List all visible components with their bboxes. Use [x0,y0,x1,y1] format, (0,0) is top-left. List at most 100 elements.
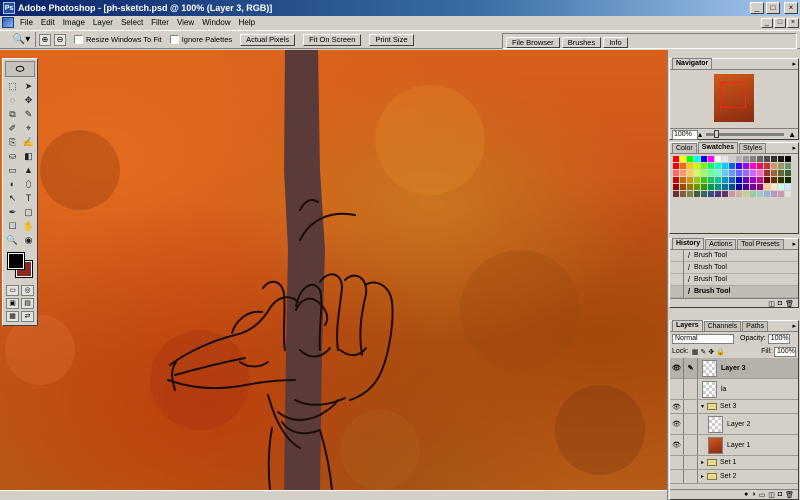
new-layer-icon[interactable]: ◘ [778,491,782,498]
crop-tool-icon[interactable]: ⧉ [5,108,20,121]
swatch-cell[interactable] [673,184,679,190]
fill-field[interactable]: 100% [774,346,796,357]
checkbox-box[interactable] [74,35,83,44]
swatch-cell[interactable] [687,191,693,197]
swatch-cell[interactable] [757,177,763,183]
swatch-cell[interactable] [771,156,777,162]
swatch-cell[interactable] [785,170,791,176]
swatch-cell[interactable] [771,191,777,197]
palette-menu-icon[interactable]: ▸ [792,322,796,330]
well-tab-brushes[interactable]: Brushes [561,37,602,48]
swatch-cell[interactable] [708,184,714,190]
lasso-tool-icon[interactable]: ◌ [5,94,20,107]
swatch-cell[interactable] [722,170,728,176]
screen-mode-full-icon[interactable]: ▤ [21,298,34,309]
collapsed-triangle-icon[interactable]: ▸ [701,459,704,466]
swatch-cell[interactable] [715,163,721,169]
ignore-palettes-checkbox[interactable]: Ignore Palettes [169,35,232,44]
menu-image[interactable]: Image [59,18,89,27]
swatch-cell[interactable] [687,156,693,162]
clone-stamp-tool-icon[interactable]: ⎘ [5,136,20,149]
lock-all-icon[interactable]: 🔒 [716,348,725,356]
swatch-cell[interactable] [708,156,714,162]
tab-navigator[interactable]: Navigator [672,58,713,69]
layer-row[interactable]: la [670,379,798,400]
swatch-cell[interactable] [680,191,686,197]
menu-filter[interactable]: Filter [147,18,173,27]
doc-close-button[interactable]: × [787,17,799,28]
well-tab-file-browser[interactable]: File Browser [506,37,560,48]
layer-row[interactable]: 👁 Layer 2 [670,414,798,435]
swatch-cell[interactable] [722,163,728,169]
swatch-cell[interactable] [722,184,728,190]
document-canvas[interactable] [0,50,667,490]
zoom-out-small-icon[interactable]: ▴ [698,130,702,139]
swatch-cell[interactable] [673,177,679,183]
swatch-cell[interactable] [757,191,763,197]
swatch-cell[interactable] [778,184,784,190]
visibility-toggle[interactable] [670,456,684,469]
menu-select[interactable]: Select [117,18,147,27]
swatch-cell[interactable] [715,184,721,190]
layer-set-row[interactable]: 👁 ▾ Set 3 [670,400,798,414]
swatch-cell[interactable] [722,156,728,162]
path-selection-tool-icon[interactable]: ↖ [5,192,20,205]
swatch-cell[interactable] [673,163,679,169]
swatch-cell[interactable] [750,191,756,197]
palette-menu-icon[interactable]: ▸ [792,60,796,68]
swatch-cell[interactable] [785,191,791,197]
swatch-cell[interactable] [687,184,693,190]
menu-layer[interactable]: Layer [89,18,117,27]
swatch-cell[interactable] [708,163,714,169]
blur-tool-icon[interactable]: ▭ [5,164,20,177]
add-layer-style-icon[interactable]: ● [744,491,748,498]
swatch-cell[interactable] [757,156,763,162]
quick-mask-icon[interactable]: ◎ [21,285,34,296]
history-brush-tool-icon[interactable]: ✍ [21,136,36,149]
link-toggle[interactable] [684,400,698,413]
swatch-cell[interactable] [778,177,784,183]
swatch-cell[interactable] [673,170,679,176]
swatch-cell[interactable] [687,170,693,176]
swatch-cell[interactable] [729,191,735,197]
adobe-online-icon[interactable]: ⬭ [5,61,35,77]
tab-paths[interactable]: Paths [742,321,769,331]
swatch-cell[interactable] [771,170,777,176]
swatch-cell[interactable] [764,170,770,176]
menu-view[interactable]: View [173,18,198,27]
history-source-gutter[interactable] [670,273,684,286]
zoom-in-small-icon[interactable]: ▲ [788,130,796,139]
visibility-toggle[interactable] [670,470,684,483]
swatch-cell[interactable] [701,170,707,176]
notes-tool-icon[interactable]: ☐ [5,220,20,233]
history-state[interactable]: / Brush Tool [670,249,798,262]
swatch-cell[interactable] [729,184,735,190]
blend-mode-select[interactable]: Normal [672,333,734,344]
standard-mode-icon[interactable]: ▭ [6,285,19,296]
swatch-cell[interactable] [673,156,679,162]
link-toggle[interactable] [684,456,698,469]
swatch-cell[interactable] [708,170,714,176]
swatch-cell[interactable] [701,163,707,169]
swatch-cell[interactable] [757,184,763,190]
fit-on-screen-button[interactable]: Fit On Screen [303,33,362,46]
swatch-cell[interactable] [701,184,707,190]
history-state[interactable]: / Brush Tool [670,261,798,274]
lock-image-icon[interactable]: ✎ [700,348,706,356]
navigator-zoom-field[interactable]: 100% [672,129,698,140]
collapsed-triangle-icon[interactable]: ▸ [701,473,704,480]
photoshop-app-icon[interactable]: Ps [3,2,15,14]
lock-position-icon[interactable]: ✥ [708,348,714,356]
link-toggle[interactable] [684,435,698,455]
jump-to-imageready-icon[interactable]: ⇄ [21,311,34,322]
swatch-cell[interactable] [694,184,700,190]
lock-transparency-icon[interactable]: ▦ [692,348,699,356]
hand-tool-icon[interactable]: ✋ [21,220,36,233]
tab-history[interactable]: History [672,238,705,249]
new-adjustment-layer-icon[interactable]: ◫ [768,491,775,499]
swatch-cell[interactable] [694,156,700,162]
slice-tool-icon[interactable]: ✎ [21,108,36,121]
swatch-cell[interactable] [736,184,742,190]
foreground-color[interactable] [7,252,25,270]
screen-mode-fullscreen-icon[interactable]: ▦ [6,311,19,322]
